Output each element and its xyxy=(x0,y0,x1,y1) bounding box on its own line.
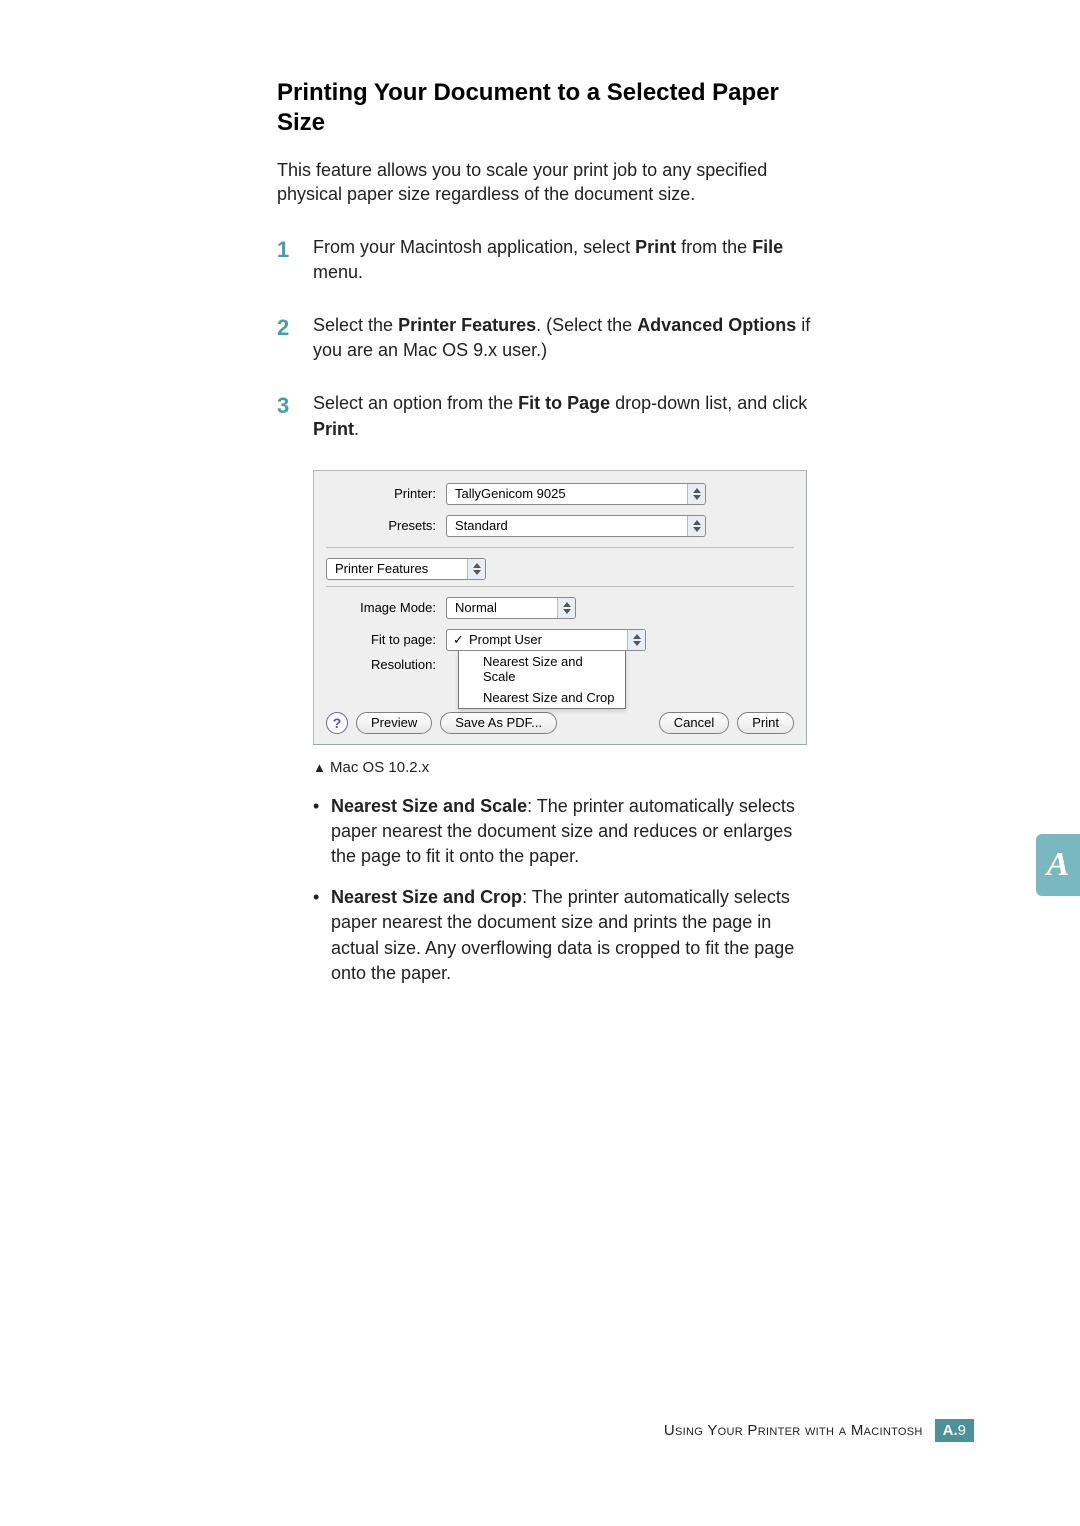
presets-select[interactable]: Standard xyxy=(446,515,706,537)
print-dialog: Printer: TallyGenicom 9025 Presets: Stan… xyxy=(313,470,807,745)
check-icon: ✓ xyxy=(453,632,464,648)
step-2-text-a: Select the xyxy=(313,315,398,335)
dialog-buttons: ? Preview Save As PDF... Cancel Print xyxy=(326,712,794,734)
presets-row: Presets: Standard xyxy=(326,515,794,537)
fit-dropdown-list: Nearest Size and Scale Nearest Size and … xyxy=(458,651,626,709)
step-3-text-a: Select an option from the xyxy=(313,393,518,413)
step-1-bold-file: File xyxy=(752,237,783,257)
save-as-pdf-button[interactable]: Save As PDF... xyxy=(440,712,557,734)
bullet-nearest-crop: Nearest Size and Crop: The printer autom… xyxy=(313,885,811,986)
page-prefix: A. xyxy=(943,1422,958,1439)
presets-value: Standard xyxy=(447,518,516,533)
intro-paragraph: This feature allows you to scale your pr… xyxy=(277,158,811,207)
panel-select[interactable]: Printer Features xyxy=(326,558,486,580)
step-3-text-c: drop-down list, and click xyxy=(610,393,807,413)
panel-select-row: Printer Features xyxy=(326,558,794,580)
bullet-list: Nearest Size and Scale: The printer auto… xyxy=(313,794,811,986)
page-num: 9 xyxy=(958,1422,966,1439)
page-title: Printing Your Document to a Selected Pap… xyxy=(277,78,811,138)
page-number-box: A.9 xyxy=(935,1419,974,1442)
printer-value: TallyGenicom 9025 xyxy=(447,486,574,501)
triangle-icon: ▲ xyxy=(313,760,326,775)
fit-option-scale[interactable]: Nearest Size and Scale xyxy=(459,651,625,687)
resolution-label: Resolution: xyxy=(326,657,446,672)
image-mode-row: Image Mode: Normal xyxy=(326,597,794,619)
page: Printing Your Document to a Selected Pap… xyxy=(0,0,1080,1526)
panel-label: Printer Features xyxy=(327,559,436,578)
image-mode-label: Image Mode: xyxy=(326,600,446,615)
page-footer: Using Your Printer with a Macintosh A.9 xyxy=(664,1419,974,1442)
step-1-text-a: From your Macintosh application, select xyxy=(313,237,635,257)
appendix-letter: A xyxy=(1047,846,1070,884)
updown-icon xyxy=(627,630,645,650)
fit-label: Fit to page: xyxy=(326,632,446,647)
image-mode-value: Normal xyxy=(447,600,505,615)
caption-text: Mac OS 10.2.x xyxy=(326,759,429,776)
fit-to-page-select[interactable]: ✓ Prompt User xyxy=(446,629,646,651)
presets-label: Presets: xyxy=(326,518,446,533)
divider xyxy=(326,547,794,548)
printer-row: Printer: TallyGenicom 9025 xyxy=(326,483,794,505)
fit-to-page-row: Fit to page: ✓ Prompt User Nearest Size … xyxy=(326,629,794,651)
printer-select[interactable]: TallyGenicom 9025 xyxy=(446,483,706,505)
divider xyxy=(326,586,794,587)
fit-selected: Prompt User xyxy=(469,632,542,647)
step-1: From your Macintosh application, select … xyxy=(277,235,811,285)
step-3: Select an option from the Fit to Page dr… xyxy=(277,391,811,441)
cancel-button[interactable]: Cancel xyxy=(659,712,729,734)
appendix-tab: A xyxy=(1036,834,1080,896)
preview-button[interactable]: Preview xyxy=(356,712,432,734)
step-3-bold-print: Print xyxy=(313,419,354,439)
image-mode-select[interactable]: Normal xyxy=(446,597,576,619)
main-content: Printing Your Document to a Selected Pap… xyxy=(277,78,811,1002)
step-2-bold-ao: Advanced Options xyxy=(637,315,796,335)
step-1-bold-print: Print xyxy=(635,237,676,257)
footer-text: Using Your Printer with a Macintosh xyxy=(664,1422,923,1439)
step-2: Select the Printer Features. (Select the… xyxy=(277,313,811,363)
updown-icon xyxy=(467,559,485,579)
bullet-1-title: Nearest Size and Scale xyxy=(331,796,527,816)
step-1-text-c: from the xyxy=(676,237,752,257)
help-button[interactable]: ? xyxy=(326,712,348,734)
updown-icon xyxy=(557,598,575,618)
printer-label: Printer: xyxy=(326,486,446,501)
fit-option-crop[interactable]: Nearest Size and Crop xyxy=(459,687,625,708)
print-button[interactable]: Print xyxy=(737,712,794,734)
steps-list: From your Macintosh application, select … xyxy=(277,235,811,442)
step-3-text-e: . xyxy=(354,419,359,439)
step-2-text-c: . (Select the xyxy=(536,315,637,335)
step-2-bold-pf: Printer Features xyxy=(398,315,536,335)
step-1-text-e: menu. xyxy=(313,262,363,282)
bullet-2-title: Nearest Size and Crop xyxy=(331,887,522,907)
figure-caption: ▲ Mac OS 10.2.x xyxy=(313,759,811,776)
updown-icon xyxy=(687,516,705,536)
updown-icon xyxy=(687,484,705,504)
bullet-nearest-scale: Nearest Size and Scale: The printer auto… xyxy=(313,794,811,870)
step-3-bold-ftp: Fit to Page xyxy=(518,393,610,413)
